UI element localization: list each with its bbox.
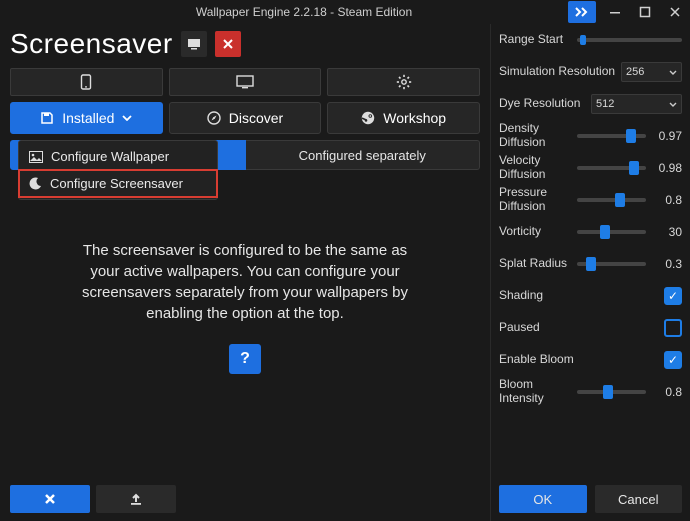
bottom-left-buttons — [10, 485, 176, 513]
bloom-checkbox[interactable]: ✓ — [664, 351, 682, 369]
save-icon — [40, 111, 54, 125]
filter-row: Installed Discover Workshop Configure Wa… — [10, 102, 480, 134]
chevron-down-icon — [122, 115, 132, 121]
density-label: Density Diffusion — [499, 122, 573, 150]
window-title: Wallpaper Engine 2.2.18 - Steam Edition — [0, 5, 568, 19]
sim-res-select[interactable]: 256 — [621, 62, 682, 82]
configure-screensaver-label: Configure Screensaver — [50, 176, 183, 191]
titlebar: Wallpaper Engine 2.2.18 - Steam Edition — [0, 0, 690, 24]
bloom-row: Enable Bloom ✓ — [499, 344, 682, 376]
compass-icon — [207, 111, 221, 125]
device-desktop[interactable] — [169, 68, 322, 96]
device-type-row — [10, 68, 480, 96]
moon-icon — [29, 177, 42, 190]
minimize-button[interactable] — [600, 1, 630, 23]
configure-screensaver-item[interactable]: Configure Screensaver — [19, 170, 217, 197]
monitor-button[interactable] — [181, 31, 207, 57]
paused-checkbox[interactable] — [664, 319, 682, 337]
density-row: Density Diffusion 0.97 — [499, 120, 682, 152]
pressure-slider[interactable] — [577, 198, 646, 202]
shading-row: Shading ✓ — [499, 280, 682, 312]
collapse-panel-button[interactable] — [568, 1, 596, 23]
shading-label: Shading — [499, 289, 573, 303]
properties-panel: Range Start Simulation Resolution 256 Dy… — [490, 24, 690, 521]
chevron-down-icon — [669, 70, 677, 75]
velocity-label: Velocity Diffusion — [499, 154, 573, 182]
dye-res-select[interactable]: 512 — [591, 94, 682, 114]
range-start-row: Range Start — [499, 24, 682, 56]
body-paragraph: The screensaver is configured to be the … — [75, 240, 415, 324]
sim-res-label: Simulation Resolution — [499, 65, 617, 79]
density-slider[interactable] — [577, 134, 646, 138]
dye-res-label: Dye Resolution — [499, 97, 587, 111]
configure-wallpaper-label: Configure Wallpaper — [51, 149, 169, 164]
mobile-icon — [80, 74, 92, 90]
vorticity-label: Vorticity — [499, 225, 573, 239]
installed-dropdown: Configure Wallpaper Configure Screensave… — [18, 140, 218, 200]
image-icon — [29, 151, 43, 163]
range-start-slider[interactable] — [577, 38, 682, 42]
dialog-buttons: OK Cancel — [499, 485, 682, 513]
cancel-button[interactable]: Cancel — [595, 485, 683, 513]
page-title: Screensaver — [10, 28, 173, 60]
pressure-row: Pressure Diffusion 0.8 — [499, 184, 682, 216]
pressure-label: Pressure Diffusion — [499, 186, 573, 214]
remove-button[interactable] — [10, 485, 90, 513]
configure-wallpaper-item[interactable]: Configure Wallpaper — [19, 143, 217, 170]
discover-tab[interactable]: Discover — [169, 102, 322, 134]
workshop-tab[interactable]: Workshop — [327, 102, 480, 134]
chevron-down-icon — [669, 102, 677, 107]
bloom-int-label: Bloom Intensity — [499, 378, 573, 406]
vorticity-slider[interactable] — [577, 230, 646, 234]
close-screensaver-button[interactable] — [215, 31, 241, 57]
splat-label: Splat Radius — [499, 257, 573, 271]
mode-separate[interactable]: Configured separately — [246, 140, 481, 170]
help-button[interactable]: ? — [229, 344, 261, 374]
shading-checkbox[interactable]: ✓ — [664, 287, 682, 305]
bloom-int-slider[interactable] — [577, 390, 646, 394]
splat-slider[interactable] — [577, 262, 646, 266]
upload-button[interactable] — [96, 485, 176, 513]
body-text: The screensaver is configured to be the … — [10, 180, 480, 515]
device-settings[interactable] — [327, 68, 480, 96]
installed-label: Installed — [62, 110, 114, 126]
vorticity-row: Vorticity 30 — [499, 216, 682, 248]
discover-label: Discover — [229, 110, 283, 126]
paused-label: Paused — [499, 321, 573, 335]
velocity-row: Velocity Diffusion 0.98 — [499, 152, 682, 184]
bloom-int-row: Bloom Intensity 0.8 — [499, 376, 682, 408]
sim-res-row: Simulation Resolution 256 — [499, 56, 682, 88]
ok-button[interactable]: OK — [499, 485, 587, 513]
upload-icon — [129, 492, 143, 506]
maximize-button[interactable] — [630, 1, 660, 23]
paused-row: Paused — [499, 312, 682, 344]
velocity-slider[interactable] — [577, 166, 646, 170]
gear-icon — [396, 74, 412, 90]
bloom-label: Enable Bloom — [499, 353, 589, 367]
steam-icon — [361, 111, 375, 125]
main-panel: Screensaver Installed — [0, 24, 490, 521]
splat-row: Splat Radius 0.3 — [499, 248, 682, 280]
close-window-button[interactable] — [660, 1, 690, 23]
dye-res-row: Dye Resolution 512 — [499, 88, 682, 120]
installed-tab[interactable]: Installed — [10, 102, 163, 134]
range-start-label: Range Start — [499, 33, 573, 47]
x-icon — [43, 492, 57, 506]
window-controls — [568, 1, 690, 23]
workshop-label: Workshop — [383, 110, 446, 126]
device-mobile[interactable] — [10, 68, 163, 96]
desktop-icon — [236, 75, 254, 89]
